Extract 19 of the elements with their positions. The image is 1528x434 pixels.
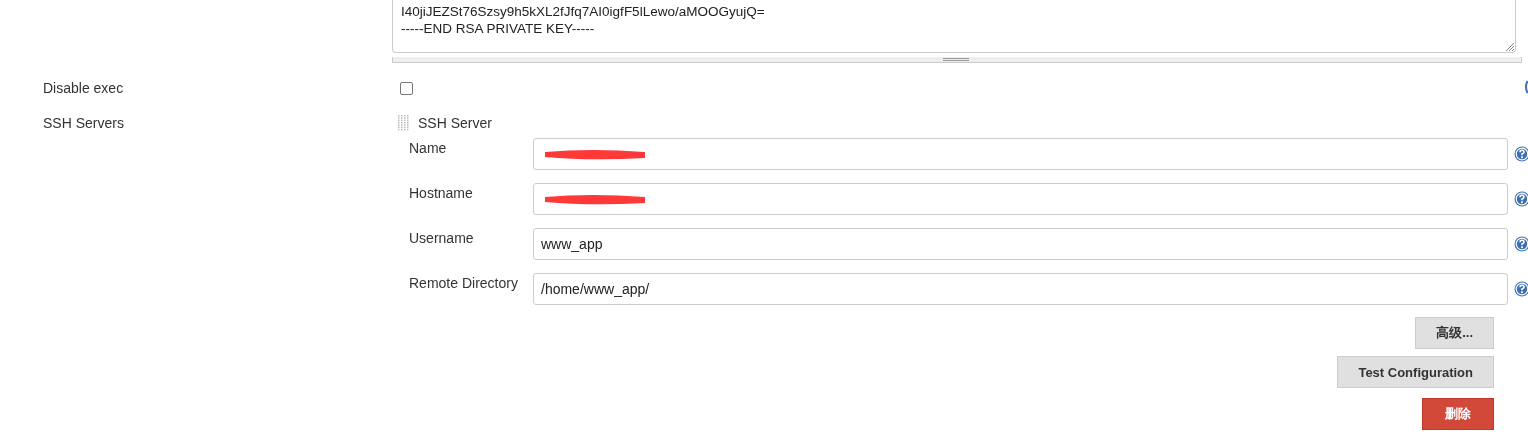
drag-handle-icon[interactable]	[398, 115, 410, 131]
action-button[interactable]: 高级...	[1415, 317, 1494, 349]
action-button[interactable]: Test Configuration	[1337, 356, 1494, 388]
text-input[interactable]: www_app	[533, 228, 1508, 260]
text-input[interactable]: /home/www_app/	[533, 273, 1508, 305]
section-title: SSH Server	[418, 115, 492, 131]
text-input[interactable]	[533, 183, 1508, 215]
disable-exec-checkbox[interactable]	[400, 82, 413, 95]
field-label: Username	[409, 229, 475, 246]
delete-button[interactable]: 删除	[1422, 398, 1494, 430]
text-input[interactable]	[533, 138, 1508, 170]
field-label: SSH Servers	[42, 115, 124, 131]
field-label: Hostname	[409, 184, 474, 201]
field-label: Disable exec	[42, 80, 125, 98]
resize-grip-icon[interactable]	[1506, 43, 1514, 51]
field-label: Remote Directory	[409, 274, 519, 291]
private-key-textarea[interactable]: I40jiJEZSt76Szsy9h5kXL2fJfq7AI0igfF5lLewo/aMOOGyujQ= -----END RSA PRIVATE KEY-----	[392, 0, 1516, 53]
help-icon[interactable]	[1524, 80, 1528, 94]
field-label: Name	[409, 139, 448, 156]
